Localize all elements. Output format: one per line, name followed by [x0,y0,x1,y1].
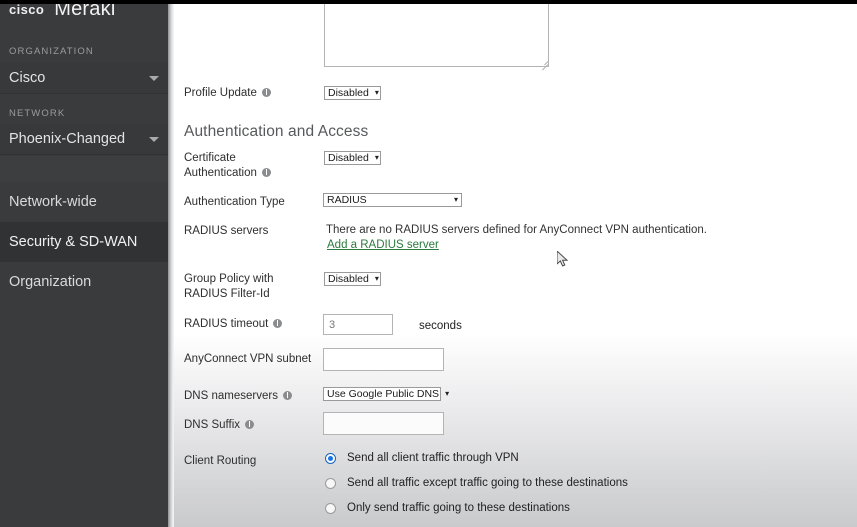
client-routing-label: Client Routing [184,454,256,469]
chevron-down-icon: ▾ [445,389,450,398]
dns-nameservers-select[interactable]: Use Google Public DNS ▾ [323,387,449,401]
profile-update-label-text: Profile Update [184,87,257,99]
authentication-type-value: RADIUS [327,193,367,206]
dns-suffix-label: DNS Suffix [184,418,255,433]
profile-update-value: Disabled [328,86,369,99]
dns-nameservers-label-text: DNS nameservers [184,390,278,402]
radius-timeout-label-text: RADIUS timeout [184,318,269,330]
network-section-label: NETWORK [9,108,66,119]
sidebar: cisco Meraki ORGANIZATION Cisco NETWORK … [0,0,168,527]
dns-nameservers-label: DNS nameservers [184,389,292,404]
client-routing-option-label: Send all client traffic through VPN [347,452,519,464]
organization-section-label: ORGANIZATION [9,46,94,57]
network-selector[interactable]: Phoenix-Changed [0,124,168,155]
settings-form: Profile Update Disabled ▾ Authentication… [174,4,857,527]
chevron-down-icon: ▾ [374,153,379,162]
radius-servers-label: RADIUS servers [184,224,268,239]
client-routing-option-except[interactable]: Send all traffic except traffic going to… [325,477,628,489]
client-routing-label-text: Client Routing [184,455,257,467]
radius-servers-label-text: RADIUS servers [184,225,269,237]
chevron-down-icon [149,75,159,81]
sidebar-item-label: Security & SD-WAN [9,234,138,250]
chevron-down-icon: ▾ [374,274,379,283]
network-selector-value: Phoenix-Changed [9,131,126,147]
client-routing-option-all[interactable]: Send all client traffic through VPN [325,452,519,464]
profile-update-select[interactable]: Disabled ▾ [324,86,381,100]
dns-suffix-label-text: DNS Suffix [184,419,241,431]
dns-suffix-input[interactable] [323,412,444,435]
authentication-type-label: Authentication Type [184,195,285,210]
radius-timeout-input[interactable] [323,314,393,335]
sidebar-item-organization[interactable]: Organization [0,262,168,302]
anyconnect-subnet-input[interactable] [323,348,444,371]
browser-chrome-bar [0,0,857,4]
chevron-down-icon: ▾ [374,88,379,97]
sidebar-item-network-wide[interactable]: Network-wide [0,182,168,222]
profile-textarea[interactable] [324,4,549,67]
authentication-type-label-text: Authentication Type [184,196,285,208]
sidebar-item-security-sdwan[interactable]: Security & SD-WAN [0,222,168,262]
radius-timeout-label: RADIUS timeout [184,317,283,332]
organization-selector-value: Cisco [9,70,46,86]
chevron-down-icon [149,136,159,142]
client-routing-option-label: Send all traffic except traffic going to… [347,477,628,489]
anyconnect-subnet-label: AnyConnect VPN subnet [184,352,311,367]
radio-button[interactable] [325,477,336,489]
info-icon[interactable] [261,88,271,97]
chevron-down-icon: ▾ [453,195,458,204]
sidebar-item-label: Organization [9,274,92,290]
profile-update-label: Profile Update [184,86,271,101]
group-policy-label: Group Policy with RADIUS Filter-Id [184,272,273,302]
info-icon[interactable] [245,420,255,429]
anyconnect-subnet-label-text: AnyConnect VPN subnet [184,353,312,365]
client-routing-option-only[interactable]: Only send traffic going to these destina… [325,502,570,514]
sidebar-spacer [0,156,168,182]
group-policy-select[interactable]: Disabled ▾ [324,272,381,286]
group-policy-value: Disabled [328,272,369,285]
radio-button-selected[interactable] [325,452,336,464]
certificate-authentication-label: Certificate Authentication [184,151,271,181]
app-screen: cisco Meraki ORGANIZATION Cisco NETWORK … [0,0,857,527]
authentication-type-select[interactable]: RADIUS ▾ [323,193,462,207]
certificate-authentication-value: Disabled [328,151,369,164]
client-routing-option-label: Only send traffic going to these destina… [347,502,570,514]
add-radius-server-link[interactable]: Add a RADIUS server [327,239,439,251]
radius-servers-empty-text: There are no RADIUS servers defined for … [326,224,707,236]
radio-button[interactable] [325,502,336,514]
radius-timeout-unit: seconds [419,320,462,332]
cert-auth-label-line2: Authentication [184,167,257,179]
dns-nameservers-value: Use Google Public DNS [327,387,440,400]
sidebar-edge-shadow [168,0,174,527]
info-icon[interactable] [261,168,271,177]
sidebar-item-label: Network-wide [9,194,97,210]
group-policy-label-line1: Group Policy with [184,273,274,285]
organization-selector[interactable]: Cisco [0,63,168,94]
info-icon[interactable] [273,319,283,328]
authentication-access-heading: Authentication and Access [184,123,369,140]
info-icon[interactable] [282,391,292,400]
group-policy-label-line2: RADIUS Filter-Id [184,288,270,300]
certificate-authentication-select[interactable]: Disabled ▾ [324,151,381,165]
cert-auth-label-line1: Certificate [184,152,236,164]
